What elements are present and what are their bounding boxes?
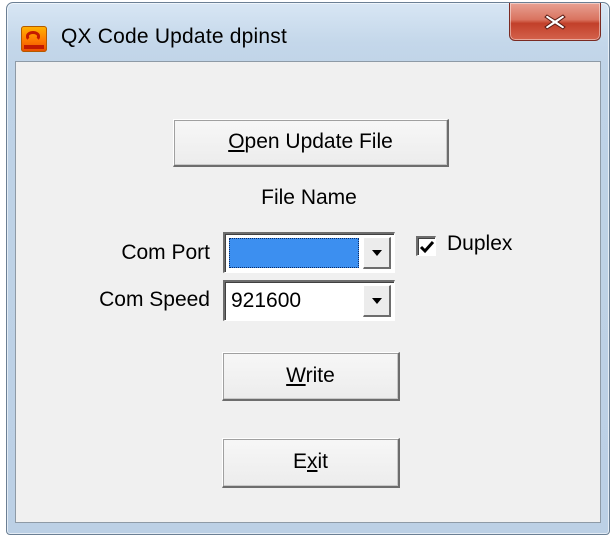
com-speed-select[interactable]: 921600 <box>223 280 395 321</box>
title-bar[interactable]: QX Code Update dpinst <box>7 3 609 63</box>
write-button[interactable]: Write <box>222 352 400 401</box>
open-update-file-button[interactable]: Open Update File <box>173 119 449 167</box>
file-name-label: File Name <box>261 186 357 209</box>
close-icon <box>544 14 566 30</box>
duplex-label[interactable]: Duplex <box>447 232 512 256</box>
exit-mnemonic: x <box>307 450 318 473</box>
window-title: QX Code Update dpinst <box>61 25 288 48</box>
close-button[interactable] <box>509 3 601 41</box>
app-window: QX Code Update dpinst Open Update File F… <box>6 2 610 535</box>
qx-app-icon[interactable] <box>21 26 47 52</box>
exit-label-rest: it <box>317 450 329 473</box>
com-port-dropdown-button[interactable] <box>363 237 391 269</box>
chevron-down-icon <box>372 250 382 256</box>
write-mnemonic: W <box>286 364 306 387</box>
com-speed-dropdown-button[interactable] <box>363 285 391 317</box>
checkmark-icon <box>419 241 435 254</box>
chevron-down-icon <box>372 298 382 304</box>
com-port-label: Com Port <box>121 241 210 264</box>
com-speed-label: Com Speed <box>99 288 210 311</box>
com-port-value[interactable] <box>229 238 359 268</box>
open-label-rest: pen Update File <box>244 130 393 153</box>
duplex-checkbox[interactable] <box>416 236 436 256</box>
exit-label-start: E <box>292 450 307 473</box>
exit-button[interactable]: Exit <box>222 438 400 488</box>
write-label-rest: rite <box>305 364 335 387</box>
open-mnemonic: O <box>228 130 245 153</box>
com-port-select[interactable] <box>223 232 395 273</box>
com-speed-value[interactable]: 921600 <box>229 286 359 316</box>
dialog-client-area: Open Update File File Name Com Port Dupl… <box>15 61 601 523</box>
